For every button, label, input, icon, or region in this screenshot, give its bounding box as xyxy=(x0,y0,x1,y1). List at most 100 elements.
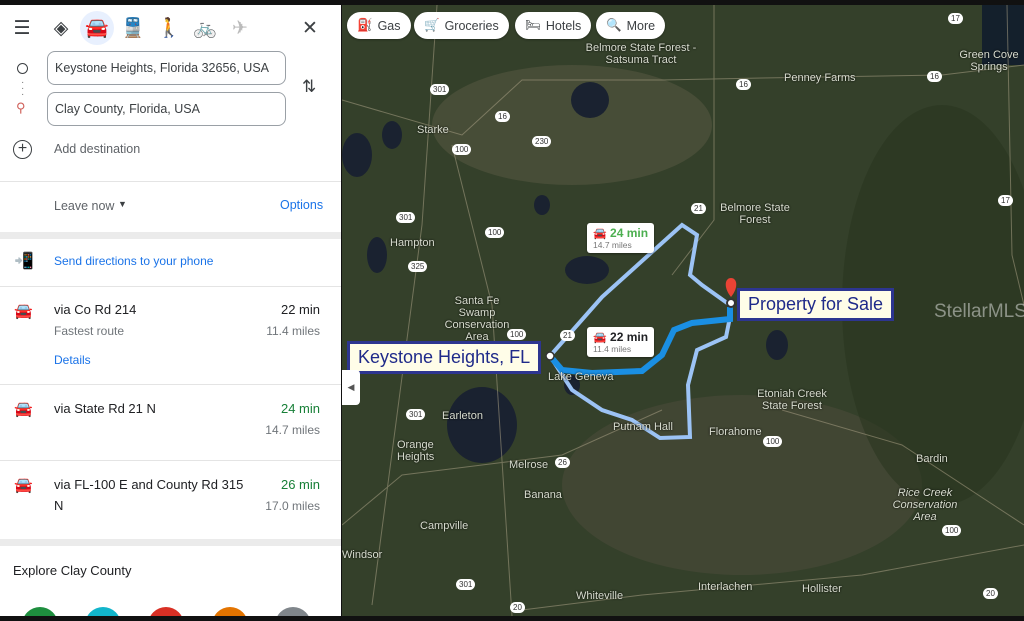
walk-icon[interactable]: 🚶 xyxy=(152,11,186,45)
explore-category-button[interactable] xyxy=(148,607,184,616)
route-shield: 21 xyxy=(691,203,706,214)
place-label: Green Cove Springs xyxy=(959,49,1019,73)
more-chip[interactable]: 🔍 More xyxy=(596,12,666,39)
car-icon[interactable]: 🚘 xyxy=(80,11,114,45)
route-shield: 100 xyxy=(942,525,962,536)
route-shield: 100 xyxy=(485,227,505,238)
origin-marker xyxy=(545,351,555,361)
place-label: Banana xyxy=(524,489,562,501)
route-shield: 20 xyxy=(510,602,525,613)
route-label-24-min[interactable]: 🚘 24 min 14.7 miles xyxy=(587,223,655,253)
route-title: via Co Rd 214 xyxy=(54,302,137,317)
add-destination-button[interactable]: Add destination xyxy=(54,142,140,156)
route-shield: 301 xyxy=(396,212,416,223)
place-label: Hampton xyxy=(390,237,435,249)
route-shield: 17 xyxy=(998,195,1013,206)
route-shield: 16 xyxy=(736,79,751,90)
place-label: Starke xyxy=(417,124,449,136)
directions-panel: ☰ ◈ 🚘 🚆 🚶 🚲 ✈ ✕ · · · ⚲ Keystone Heights, … xyxy=(0,5,341,616)
route-shield: 100 xyxy=(507,329,527,340)
origin-dot-icon xyxy=(17,63,28,74)
car-icon: 🚘 xyxy=(593,228,607,240)
place-label: Etoniah Creek State Forest xyxy=(757,388,827,412)
route-shield: 301 xyxy=(406,409,426,420)
swap-icon[interactable]: ⇅ xyxy=(302,77,316,97)
destination-input[interactable]: Clay County, Florida, USA xyxy=(47,92,286,126)
destination-callout: Property for Sale xyxy=(737,288,895,321)
place-label: Putnam Hall xyxy=(613,421,673,433)
collapse-panel-button[interactable]: ◀ xyxy=(342,370,360,405)
bed-icon: 🛏 xyxy=(525,18,541,32)
place-label: Florahome xyxy=(709,426,762,438)
route-time: 24 min xyxy=(280,401,320,416)
car-icon: 🚘 xyxy=(14,401,33,418)
car-icon: 🚘 xyxy=(14,303,33,320)
map-view[interactable]: ⛽ Gas 🛒 Groceries 🛏 Hotels 🔍 More Belmore St… xyxy=(342,5,1024,616)
bike-icon[interactable]: 🚲 xyxy=(188,11,222,45)
place-label: Rice Creek Conservation Area xyxy=(892,487,958,523)
place-label: Santa Fe Swamp Conservation Area xyxy=(444,295,510,343)
origin-input[interactable]: Keystone Heights, Florida 32656, USA xyxy=(47,51,286,85)
options-button[interactable]: Options xyxy=(280,198,323,212)
route-shield: 21 xyxy=(560,330,575,341)
explore-category-button[interactable] xyxy=(22,607,58,616)
route-subtitle: Fastest route xyxy=(54,324,125,338)
place-label: Windsor xyxy=(342,549,383,561)
route-label-22-min[interactable]: 🚘 22 min 11.4 miles xyxy=(587,327,655,357)
explore-category-button[interactable] xyxy=(275,607,311,616)
groceries-chip[interactable]: 🛒 Groceries xyxy=(414,12,509,39)
route-distance: 14.7 miles xyxy=(265,423,320,437)
car-icon: 🚘 xyxy=(14,477,33,494)
route-shield: 20 xyxy=(983,588,998,599)
gas-chip[interactable]: ⛽ Gas xyxy=(347,12,411,39)
origin-callout: Keystone Heights, FL xyxy=(347,341,542,374)
route-shield: 17 xyxy=(948,13,963,24)
hotels-chip[interactable]: 🛏 Hotels xyxy=(515,12,592,39)
watermark: StellarMLS xyxy=(934,301,1024,322)
place-label: Whiteville xyxy=(576,590,624,602)
leave-now-dropdown[interactable]: Leave now xyxy=(54,199,114,213)
place-label: Penney Farms xyxy=(784,72,856,84)
route-shield: 16 xyxy=(495,111,510,122)
place-label: Campville xyxy=(420,520,469,532)
place-label: Interlachen xyxy=(698,581,753,593)
route-shield: 100 xyxy=(452,144,472,155)
place-label: Belmore State Forest - Satsuma Tract xyxy=(585,42,697,66)
route-dots-icon: · · · xyxy=(21,77,25,100)
route-title: via State Rd 21 N xyxy=(54,401,156,416)
route-time: 22 min xyxy=(280,302,320,317)
place-label: Hollister xyxy=(802,583,842,595)
route-shield: 301 xyxy=(456,579,476,590)
route-distance: 11.4 miles xyxy=(266,324,320,338)
route-shield: 16 xyxy=(927,71,942,82)
place-label: Belmore State Forest xyxy=(720,202,790,226)
send-to-phone-link[interactable]: Send directions to your phone xyxy=(54,254,213,268)
destination-pin-icon: ⚲ xyxy=(16,100,26,115)
explore-heading: Explore Clay County xyxy=(13,563,132,578)
details-link[interactable]: Details xyxy=(54,353,91,367)
place-label: Bardin xyxy=(916,453,948,465)
explore-category-button[interactable] xyxy=(212,607,248,616)
route-shield: 325 xyxy=(408,261,428,272)
route-shield: 100 xyxy=(763,436,783,447)
route-shield: 26 xyxy=(555,457,570,468)
route-shield: 301 xyxy=(430,84,450,95)
route-title-continued: N xyxy=(54,498,64,513)
directions-icon[interactable]: ◈ xyxy=(44,11,78,45)
menu-icon[interactable]: ☰ xyxy=(5,11,39,45)
cart-icon: 🛒 xyxy=(424,18,440,32)
place-label: Melrose xyxy=(509,459,549,471)
flight-icon[interactable]: ✈ xyxy=(223,11,257,45)
explore-category-button[interactable] xyxy=(85,607,121,616)
place-label: Lake Geneva xyxy=(548,371,614,383)
phone-icon: 📲 xyxy=(14,253,34,270)
place-label: Earleton xyxy=(442,410,483,422)
route-shield: 230 xyxy=(532,136,552,147)
route-time: 26 min xyxy=(280,477,320,492)
add-icon[interactable]: + xyxy=(13,140,32,159)
close-icon[interactable]: ✕ xyxy=(293,11,327,45)
car-icon: 🚘 xyxy=(593,332,607,344)
chevron-down-icon: ▼ xyxy=(118,199,127,209)
transit-icon[interactable]: 🚆 xyxy=(116,11,150,45)
route-distance: 17.0 miles xyxy=(265,499,320,513)
